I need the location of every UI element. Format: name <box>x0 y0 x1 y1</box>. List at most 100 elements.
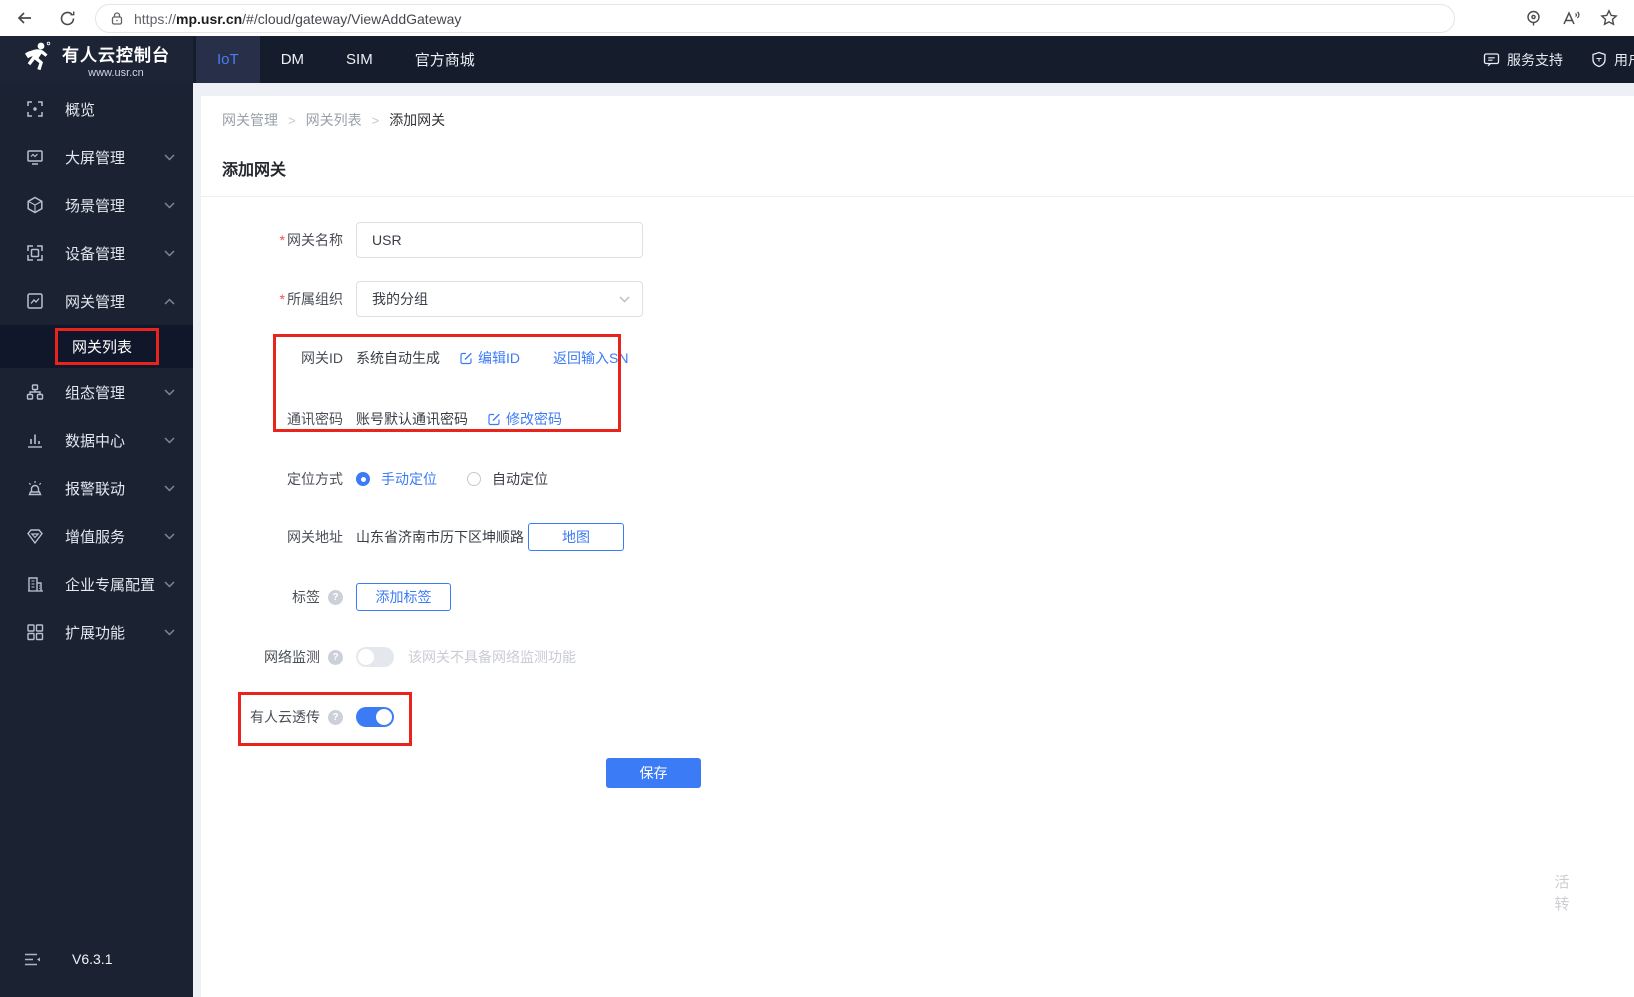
form-row-cloud-passthrough: 有人云透传 ? <box>201 699 394 735</box>
edit-id-link[interactable]: 编辑ID <box>459 348 520 368</box>
form-row-gateway-id: 网关ID 系统自动生成 编辑ID 返回输入SN <box>201 340 628 376</box>
lock-icon <box>110 11 124 26</box>
change-password-link[interactable]: 修改密码 <box>487 409 562 429</box>
radio-auto-label[interactable]: 自动定位 <box>492 469 548 489</box>
gateway-name-label: * 网关名称 <box>279 232 343 248</box>
user-rights-button[interactable]: 用户权限 <box>1591 50 1634 70</box>
edit-icon <box>487 412 501 426</box>
chat-icon <box>1483 52 1500 68</box>
gateway-name-input[interactable] <box>356 222 643 258</box>
collapse-sidebar-icon[interactable] <box>24 953 41 966</box>
back-icon[interactable] <box>8 3 42 33</box>
add-tag-button[interactable]: 添加标签 <box>356 583 451 611</box>
gateway-icon <box>25 292 44 311</box>
form-row-tags: 标签 ? 添加标签 <box>201 579 451 615</box>
sidebar-item-label: 企业专属配置 <box>65 576 156 594</box>
sidebar-item-label: 增值服务 <box>65 528 126 546</box>
gateway-id-label: 网关ID <box>301 350 343 366</box>
app-logo[interactable]: 有人云控制台 www.usr.cn <box>0 36 193 83</box>
chevron-down-icon <box>164 388 175 396</box>
screen-icon <box>25 148 44 167</box>
top-nav: IoT DM SIM 官方商城 <box>196 36 496 83</box>
positioning-label: 定位方式 <box>287 471 343 487</box>
user-rights-label: 用户权限 <box>1614 51 1634 68</box>
gateway-id-value: 系统自动生成 <box>356 350 440 366</box>
sidebar-item-label: 数据中心 <box>65 432 126 450</box>
sidebar-item-gateway-list[interactable]: 网关列表 <box>0 325 193 368</box>
sidebar-item-configuration-mgmt[interactable]: 组态管理 <box>0 368 193 416</box>
sidebar-item-overview[interactable]: 概览 <box>0 85 193 133</box>
logo-title: 有人云控制台 <box>62 45 170 65</box>
refresh-icon[interactable] <box>50 3 84 33</box>
network-monitor-hint: 该网关不具备网络监测功能 <box>408 649 576 665</box>
chevron-down-icon <box>164 201 175 209</box>
cloud-passthrough-toggle[interactable] <box>356 707 394 727</box>
radio-manual-label[interactable]: 手动定位 <box>381 469 437 489</box>
help-icon[interactable]: ? <box>328 649 343 665</box>
organization-select[interactable]: 我的分组 <box>356 281 643 317</box>
map-button[interactable]: 地图 <box>528 523 624 551</box>
tab-sim[interactable]: SIM <box>325 36 394 83</box>
divider <box>201 196 1634 197</box>
help-icon[interactable]: ? <box>328 709 343 725</box>
sidebar-item-label: 概览 <box>65 101 96 119</box>
back-to-sn-link[interactable]: 返回输入SN <box>553 348 628 368</box>
organization-label: * 所属组织 <box>279 291 343 307</box>
save-button[interactable]: 保存 <box>606 758 701 788</box>
form-row-comm-password: 通讯密码 账号默认通讯密码 修改密码 <box>201 401 562 437</box>
app-version: V6.3.1 <box>72 951 113 967</box>
edit-icon <box>459 351 473 365</box>
chevron-down-icon <box>164 580 175 588</box>
side-banner-text: 活 转 <box>1554 874 1570 913</box>
help-icon[interactable]: ? <box>328 589 343 605</box>
service-support-button[interactable]: 服务支持 <box>1483 50 1563 70</box>
form-row-network-monitor: 网络监测 ? 该网关不具备网络监测功能 <box>201 639 576 675</box>
main-content: 网关管理 > 网关列表 > 添加网关 添加网关 *网关名称 *所属组织 我的分组 <box>201 96 1634 997</box>
sitemap-icon <box>25 383 44 402</box>
gateway-address-label: 网关地址 <box>287 529 343 545</box>
enterprise-icon <box>25 575 44 594</box>
service-support-label: 服务支持 <box>1507 51 1563 68</box>
organization-value: 我的分组 <box>372 291 428 307</box>
sidebar-item-screen-mgmt[interactable]: 大屏管理 <box>0 133 193 181</box>
url-text: https://mp.usr.cn/#/cloud/gateway/ViewAd… <box>134 10 462 27</box>
sidebar-item-scene-mgmt[interactable]: 场景管理 <box>0 181 193 229</box>
sidebar-item-extended-functions[interactable]: 扩展功能 <box>0 608 193 656</box>
page-root: https://mp.usr.cn/#/cloud/gateway/ViewAd… <box>0 0 1634 997</box>
sidebar-item-enterprise-config[interactable]: 企业专属配置 <box>0 560 193 608</box>
breadcrumb-current: 添加网关 <box>389 112 446 128</box>
chevron-down-icon <box>619 296 630 303</box>
sidebar-item-device-mgmt[interactable]: 设备管理 <box>0 229 193 277</box>
chevron-down-icon <box>164 484 175 492</box>
sidebar-item-value-added[interactable]: 增值服务 <box>0 512 193 560</box>
overview-icon <box>25 100 44 119</box>
network-monitor-toggle[interactable] <box>356 647 394 667</box>
sidebar-item-label: 大屏管理 <box>65 149 126 167</box>
sidebar-item-gateway-mgmt[interactable]: 网关管理 <box>0 277 193 325</box>
tab-official-mall[interactable]: 官方商城 <box>394 36 496 83</box>
chevron-down-icon <box>164 532 175 540</box>
breadcrumb: 网关管理 > 网关列表 > 添加网关 <box>222 110 445 130</box>
device-icon <box>25 244 44 263</box>
url-bar[interactable]: https://mp.usr.cn/#/cloud/gateway/ViewAd… <box>95 4 1455 33</box>
sidebar-item-label: 扩展功能 <box>65 624 126 642</box>
breadcrumb-gateway-list[interactable]: 网关列表 <box>306 110 362 130</box>
sidebar-item-alarm-linkage[interactable]: 报警联动 <box>0 464 193 512</box>
location-icon[interactable] <box>1516 3 1550 33</box>
form-row-positioning: 定位方式 手动定位 自动定位 <box>201 461 548 497</box>
radio-manual-positioning[interactable] <box>356 472 370 486</box>
sidebar-item-data-center[interactable]: 数据中心 <box>0 416 193 464</box>
tags-label: 标签 ? <box>201 587 343 607</box>
read-aloud-icon[interactable] <box>1554 3 1588 33</box>
favorite-star-icon[interactable] <box>1592 3 1626 33</box>
radio-auto-positioning[interactable] <box>467 472 481 486</box>
extend-icon <box>25 623 44 642</box>
logo-subtitle: www.usr.cn <box>88 66 144 79</box>
chevron-down-icon <box>164 436 175 444</box>
shield-icon <box>1591 51 1607 68</box>
tab-iot[interactable]: IoT <box>196 36 260 83</box>
sidebar-item-label: 场景管理 <box>65 197 126 215</box>
breadcrumb-separator: > <box>288 112 296 128</box>
breadcrumb-gateway-mgmt[interactable]: 网关管理 <box>222 110 278 130</box>
tab-dm[interactable]: DM <box>260 36 325 83</box>
